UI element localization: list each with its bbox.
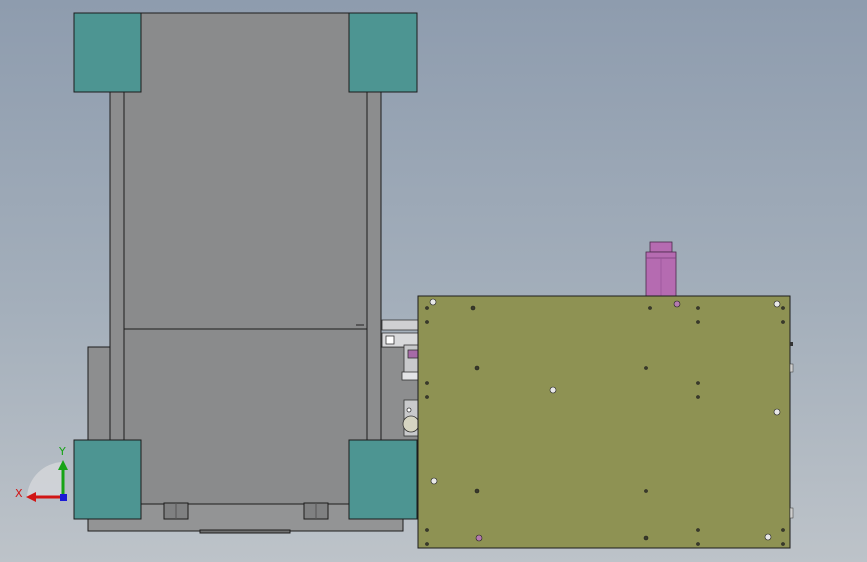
plate-hole — [696, 381, 700, 385]
frame-assembly[interactable] — [73, 12, 419, 534]
plate-hole — [764, 533, 772, 541]
corner-block-top-left — [73, 12, 142, 93]
plate-hole — [549, 386, 557, 394]
plate-hole — [425, 542, 429, 546]
plate-hole — [474, 488, 480, 494]
plate-hole — [773, 300, 781, 308]
corner-block-bottom-left — [73, 439, 142, 520]
plate-hole — [643, 535, 649, 541]
base-foot — [199, 529, 291, 534]
plate-hole — [696, 528, 700, 532]
plate-hole — [696, 306, 700, 310]
corner-block-top-right — [348, 12, 418, 93]
plate-hole — [696, 542, 700, 546]
plate-hole — [781, 306, 785, 310]
plate-hole — [644, 366, 648, 370]
plate-hole — [470, 305, 476, 311]
plate-hole — [781, 528, 785, 532]
left-rail — [109, 91, 125, 442]
body-upper-panel — [123, 12, 368, 330]
plate-hole — [773, 408, 781, 416]
plate-hole — [781, 542, 785, 546]
plate-hole — [781, 320, 785, 324]
plate-hole — [474, 365, 480, 371]
mounting-plate[interactable] — [417, 295, 794, 549]
cad-model-scene[interactable]: Y X — [0, 0, 867, 562]
triad-y-label: Y — [58, 445, 66, 458]
plate-hole — [425, 528, 429, 532]
plate-hole — [673, 300, 681, 308]
plate-hole — [430, 477, 438, 485]
plate-hole — [644, 489, 648, 493]
motor-unit — [645, 241, 677, 297]
triad-x-label: X — [15, 487, 23, 500]
plate-hole — [425, 381, 429, 385]
plate-hole — [425, 320, 429, 324]
plate-hole — [425, 306, 429, 310]
plate-hole — [648, 306, 652, 310]
corner-block-bottom-right — [348, 439, 418, 520]
plate-hole — [425, 395, 429, 399]
cad-viewport[interactable]: Y X — [0, 0, 867, 562]
plate-hole — [696, 395, 700, 399]
plate-hole — [475, 534, 483, 542]
plate-hole — [696, 320, 700, 324]
coordinate-triad-icon: Y X — [15, 445, 68, 502]
plate-hole — [429, 298, 437, 306]
body-lower-panel — [123, 328, 368, 505]
right-rail — [366, 91, 382, 442]
